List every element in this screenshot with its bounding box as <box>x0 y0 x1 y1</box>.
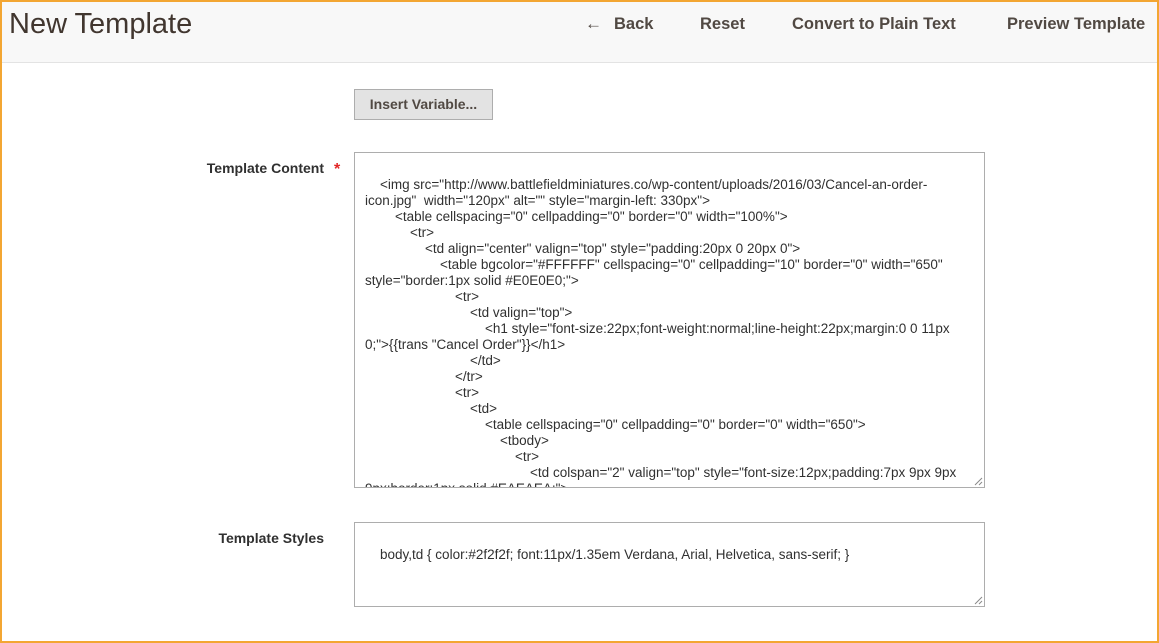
convert-to-plain-text-button[interactable]: Convert to Plain Text <box>792 12 956 36</box>
arrow-left-icon: ← <box>585 14 602 33</box>
reset-button[interactable]: Reset <box>700 12 745 36</box>
resize-handle-icon[interactable] <box>974 596 983 605</box>
resize-handle-icon[interactable] <box>974 477 983 486</box>
template-content-label: Template Content <box>206 160 324 176</box>
back-label: Back <box>614 15 654 33</box>
insert-variable-button[interactable]: Insert Variable... <box>354 89 493 120</box>
page-frame: New Template ← Back Reset Convert to Plai… <box>0 0 1159 643</box>
template-content-text: <img src="http://www.battlefieldminiatur… <box>365 177 957 487</box>
required-asterisk: * <box>334 161 341 178</box>
template-content-textarea[interactable]: <img src="http://www.battlefieldminiatur… <box>354 152 985 488</box>
page-title: New Template <box>9 8 193 40</box>
back-button[interactable]: ← Back <box>585 12 653 36</box>
page-header: New Template ← Back Reset Convert to Plai… <box>2 2 1157 63</box>
template-styles-textarea[interactable]: body,td { color:#2f2f2f; font:11px/1.35e… <box>354 522 985 607</box>
template-styles-label: Template Styles <box>218 530 324 546</box>
template-styles-text: body,td { color:#2f2f2f; font:11px/1.35e… <box>380 547 850 562</box>
preview-template-button[interactable]: Preview Template <box>1007 12 1145 36</box>
